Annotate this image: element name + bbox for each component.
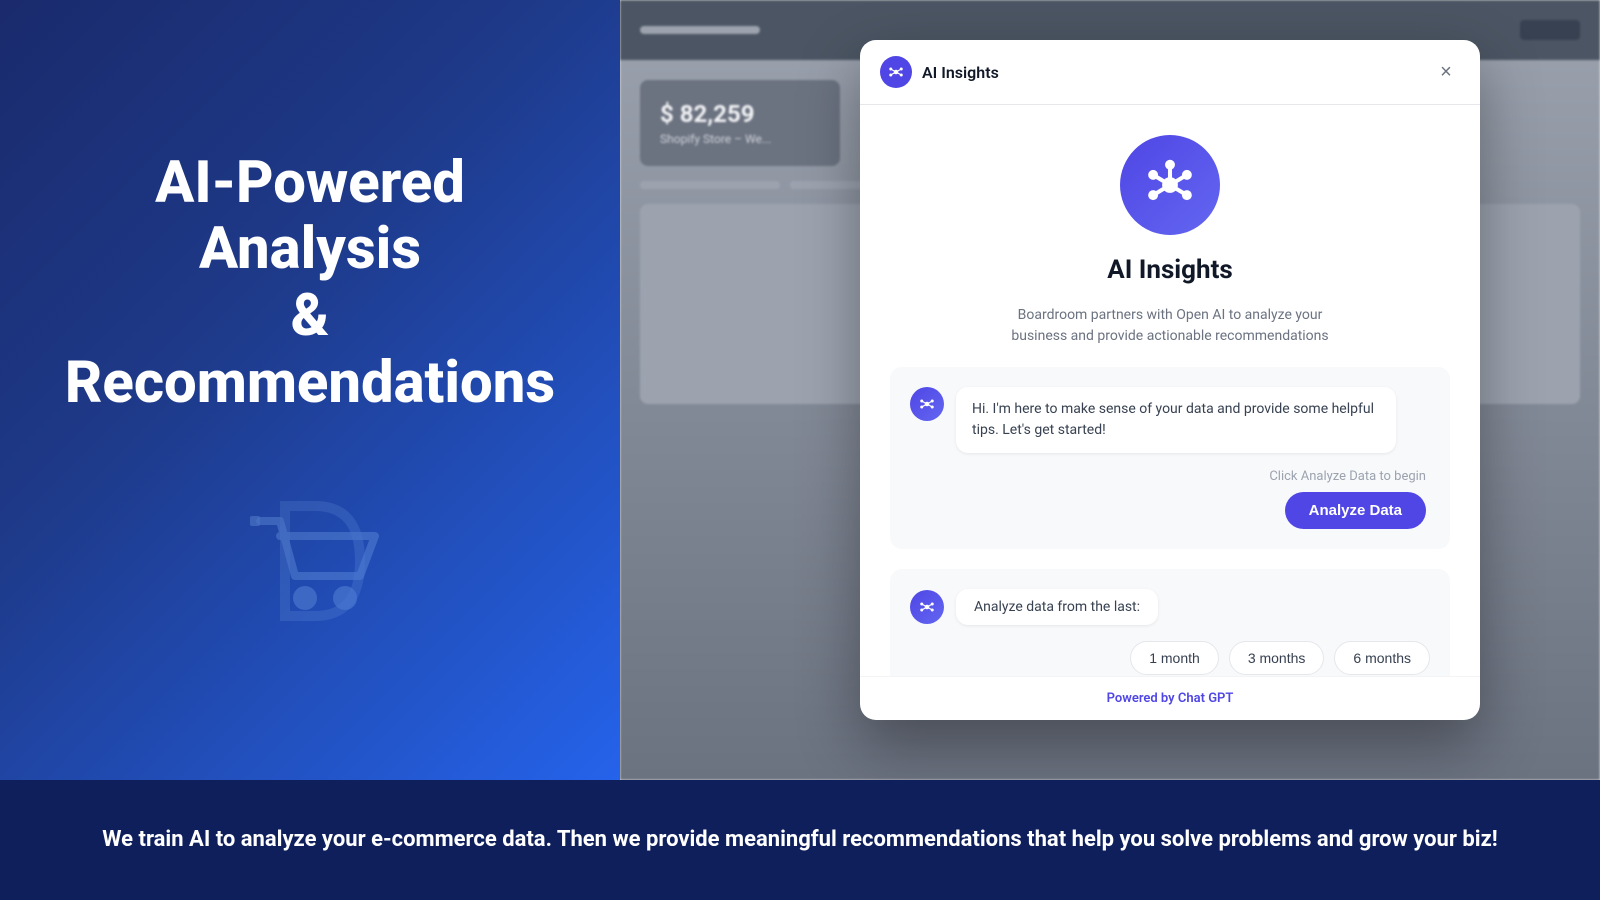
footer-brand: Chat GPT [1178,691,1234,706]
time-button-1month[interactable]: 1 month [1130,641,1219,675]
analyze-data-button[interactable]: Analyze Data [1285,492,1426,529]
bottom-bar: We train AI to analyze your e-commerce d… [0,780,1600,900]
modal-subtitle: Boardroom partners with Open AI to analy… [990,305,1350,347]
ai-icon-large [1120,135,1220,235]
chat-message-1: Hi. I'm here to make sense of your data … [910,387,1430,453]
click-hint: Click Analyze Data to begin [1269,469,1426,484]
modal-title: AI Insights [1107,255,1233,285]
modal-body: AI Insights Boardroom partners with Open… [860,105,1480,676]
chat-container-1: Hi. I'm here to make sense of your data … [890,367,1450,549]
modal-header-icon [880,56,912,88]
chat-avatar-1 [910,387,944,421]
ai-insights-modal: AI Insights × [860,40,1480,720]
hero-heading: AI-Powered Analysis & Recommendations [65,150,555,417]
modal-close-button[interactable]: × [1432,58,1460,86]
cart-icon [230,486,390,650]
modal-overlay: AI Insights × [620,0,1600,780]
bottom-bar-text: We train AI to analyze your e-commerce d… [102,825,1498,856]
modal-header-left: AI Insights [880,56,999,88]
modal-header: AI Insights × [860,40,1480,105]
footer-prefix: Powered by [1107,691,1178,706]
analyze-section: Click Analyze Data to begin Analyze Data [910,469,1430,529]
analyze-prompt-bubble: Analyze data from the last: [956,589,1158,625]
analyze-prompt-row: Analyze data from the last: [910,589,1430,625]
analyze-prompt-section: Analyze data from the last: 1 month 3 mo… [890,569,1450,676]
modal-footer: Powered by Chat GPT [860,676,1480,720]
chat-avatar-2 [910,590,944,624]
right-panel: $ 82,259 Shopify Store – We... [620,0,1600,780]
chat-bubble-1: Hi. I'm here to make sense of your data … [956,387,1396,453]
time-buttons: 1 month 3 months 6 months [910,641,1430,675]
time-button-6months[interactable]: 6 months [1334,641,1430,675]
modal-header-title: AI Insights [922,63,999,82]
left-panel: AI-Powered Analysis & Recommendations [0,0,620,780]
main-area: AI-Powered Analysis & Recommendations [0,0,1600,780]
time-button-3months[interactable]: 3 months [1229,641,1325,675]
